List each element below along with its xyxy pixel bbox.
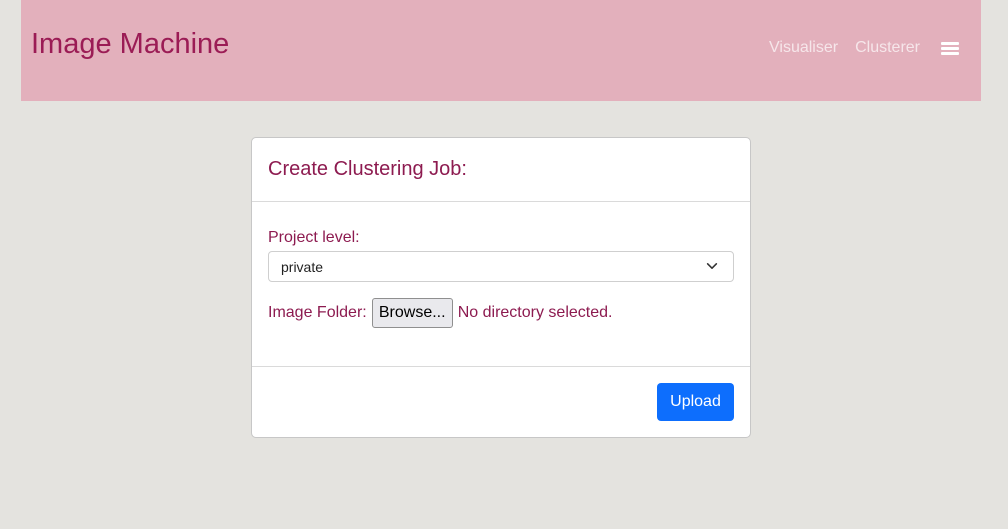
project-level-label: Project level: — [268, 229, 360, 246]
clustering-job-card: Create Clustering Job: Project level: pr… — [251, 137, 751, 438]
nav-link-clusterer[interactable]: Clusterer — [855, 39, 920, 57]
card-title: Create Clustering Job: — [268, 158, 467, 180]
brand-logo[interactable]: Image Machine — [31, 28, 229, 61]
hamburger-bar — [941, 41, 959, 45]
directory-status: No directory selected. — [457, 304, 613, 321]
card-footer: Upload — [252, 367, 750, 437]
browse-button[interactable]: Browse... — [371, 298, 453, 328]
card-header: Create Clustering Job: — [252, 138, 750, 202]
hamburger-bar — [941, 51, 959, 55]
image-folder-row: Image Folder: Browse... No directory sel… — [268, 298, 734, 328]
project-level-value: private — [281, 259, 324, 275]
card-body: Project level: private Image Folder: Bro… — [252, 202, 750, 367]
project-level-select[interactable]: private — [268, 251, 734, 282]
image-folder-label: Image Folder: — [268, 304, 367, 321]
hamburger-bar — [941, 46, 959, 50]
navbar: Image Machine Visualiser Clusterer — [21, 0, 981, 101]
nav-links: Visualiser Clusterer — [769, 39, 959, 57]
hamburger-menu-icon[interactable] — [941, 40, 959, 57]
upload-button[interactable]: Upload — [657, 383, 734, 421]
chevron-down-icon — [706, 263, 718, 269]
nav-link-visualiser[interactable]: Visualiser — [769, 39, 838, 57]
